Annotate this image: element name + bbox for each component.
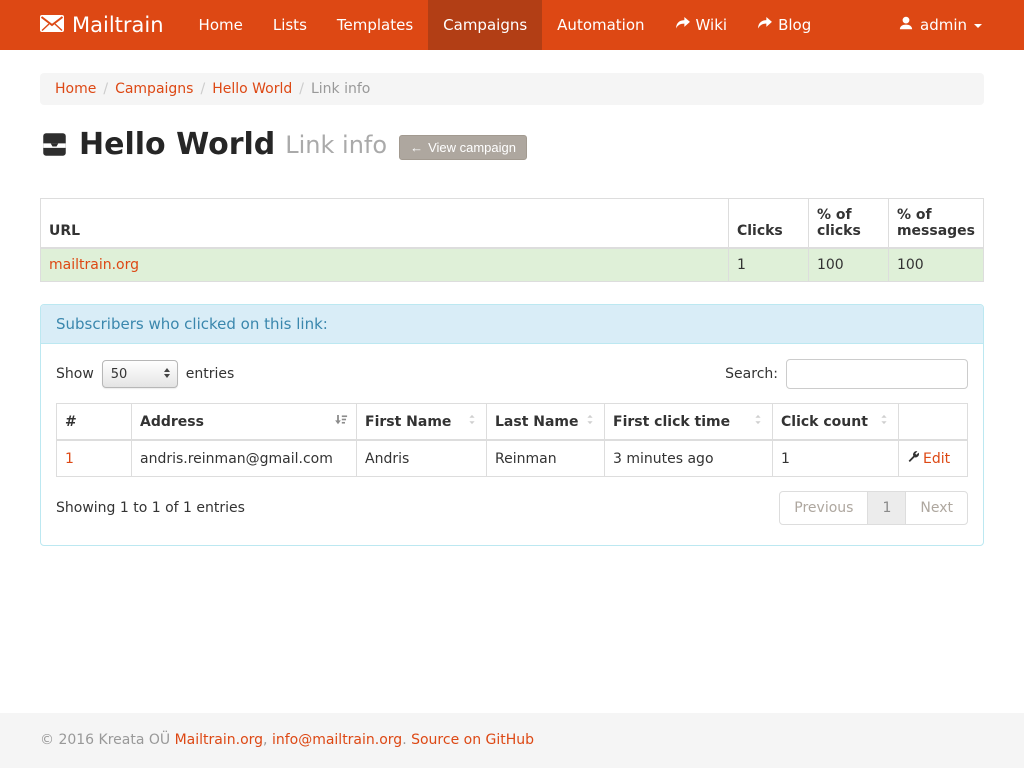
nav-item-wiki[interactable]: Wiki [660,0,743,50]
subscriber-first-click: 3 minutes ago [605,440,773,477]
pct-messages-value: 100 [888,248,983,282]
page-title: Hello World [79,127,275,162]
pagination-next-button[interactable]: Next [905,491,968,525]
copyright-text: © 2016 Kreata OÜ [40,732,170,748]
view-campaign-button[interactable]: ← View campaign [399,135,527,160]
user-menu[interactable]: admin [897,0,984,50]
click-count-column-header[interactable]: Click count [773,404,899,441]
edit-subscriber-link[interactable]: Edit [907,450,959,467]
subscribers-panel: Subscribers who clicked on this link: Sh… [40,304,984,546]
sort-both-icon [878,413,890,430]
navbar: Mailtrain Home Lists Templates Campaigns… [0,0,1024,50]
url-stats-table: URL Clicks % of clicks % of messages mai… [40,198,984,282]
subscriber-index-link[interactable]: 1 [65,451,74,467]
nav-item-templates[interactable]: Templates [322,0,428,50]
nav-item-campaigns[interactable]: Campaigns [428,0,542,50]
share-icon [757,16,772,34]
subscriber-last-name: Reinman [487,440,605,477]
search-input[interactable] [786,359,968,389]
pagination-page-1-button[interactable]: 1 [867,491,906,525]
address-column-header[interactable]: Address [132,404,357,441]
page-size-select[interactable]: 50 [102,360,178,388]
subscriber-first-name: Andris [357,440,487,477]
user-label: admin [920,16,967,34]
chevron-down-icon [974,24,982,28]
sort-both-icon [584,413,596,430]
breadcrumb-home[interactable]: Home [55,81,96,97]
sort-both-icon [466,413,478,430]
first-click-column-header[interactable]: First click time [605,404,773,441]
select-arrows-icon [164,368,170,378]
subscriber-address: andris.reinman@gmail.com [132,440,357,477]
first-name-column-header[interactable]: First Name [357,404,487,441]
user-icon [899,16,913,34]
github-source-link[interactable]: Source on GitHub [411,732,534,748]
actions-column-header [899,404,968,441]
clicks-value: 1 [728,248,808,282]
footer-separator: , [263,732,272,748]
nav-item-lists[interactable]: Lists [258,0,322,50]
page-header: Hello World Link info ← View campaign [40,127,984,162]
show-label: Show [56,366,94,382]
table-summary: Showing 1 to 1 of 1 entries [56,500,245,516]
page-size-value: 50 [111,367,128,382]
breadcrumb-hello-world[interactable]: Hello World [212,81,292,97]
brand-logo[interactable]: Mailtrain [40,0,184,50]
inbox-icon [40,131,69,158]
nav-item-home[interactable]: Home [184,0,258,50]
breadcrumb-separator: / [200,81,205,97]
index-column-header[interactable]: # [57,404,132,441]
breadcrumb-separator: / [299,81,304,97]
url-table-row: mailtrain.org 1 100 100 [41,248,984,282]
search-label: Search: [725,366,778,382]
email-link[interactable]: info@mailtrain.org [272,732,402,748]
clicks-column-header: Clicks [728,199,808,249]
breadcrumb-current: Link info [311,81,370,97]
sort-both-icon [752,413,764,430]
pagination: Previous 1 Next [779,491,968,525]
nav-item-automation[interactable]: Automation [542,0,659,50]
subscriber-click-count: 1 [773,440,899,477]
footer: © 2016 Kreata OÜ Mailtrain.org, info@mai… [0,713,1024,768]
panel-title: Subscribers who clicked on this link: [41,305,983,344]
pct-clicks-value: 100 [808,248,888,282]
breadcrumb-campaigns[interactable]: Campaigns [115,81,193,97]
nav-item-blog[interactable]: Blog [742,0,826,50]
envelope-icon [40,13,64,37]
subscribers-table: # Address First Name Last Name [56,403,968,477]
wrench-icon [907,450,920,467]
entries-label: entries [186,366,235,382]
pct-messages-column-header: % of messages [888,199,983,249]
url-link[interactable]: mailtrain.org [49,257,139,273]
mailtrain-org-link[interactable]: Mailtrain.org [175,732,263,748]
breadcrumb: Home / Campaigns / Hello World / Link info [40,73,984,105]
url-column-header: URL [41,199,729,249]
breadcrumb-separator: / [103,81,108,97]
subscriber-row: 1 andris.reinman@gmail.com Andris Reinma… [57,440,968,477]
arrow-left-icon: ← [410,140,423,155]
last-name-column-header[interactable]: Last Name [487,404,605,441]
footer-separator: . [402,732,411,748]
sort-asc-icon [334,413,348,430]
share-icon [675,16,690,34]
pagination-previous-button[interactable]: Previous [779,491,868,525]
pct-clicks-column-header: % of clicks [808,199,888,249]
page-subtitle: Link info [285,131,387,159]
brand-label: Mailtrain [72,13,164,37]
